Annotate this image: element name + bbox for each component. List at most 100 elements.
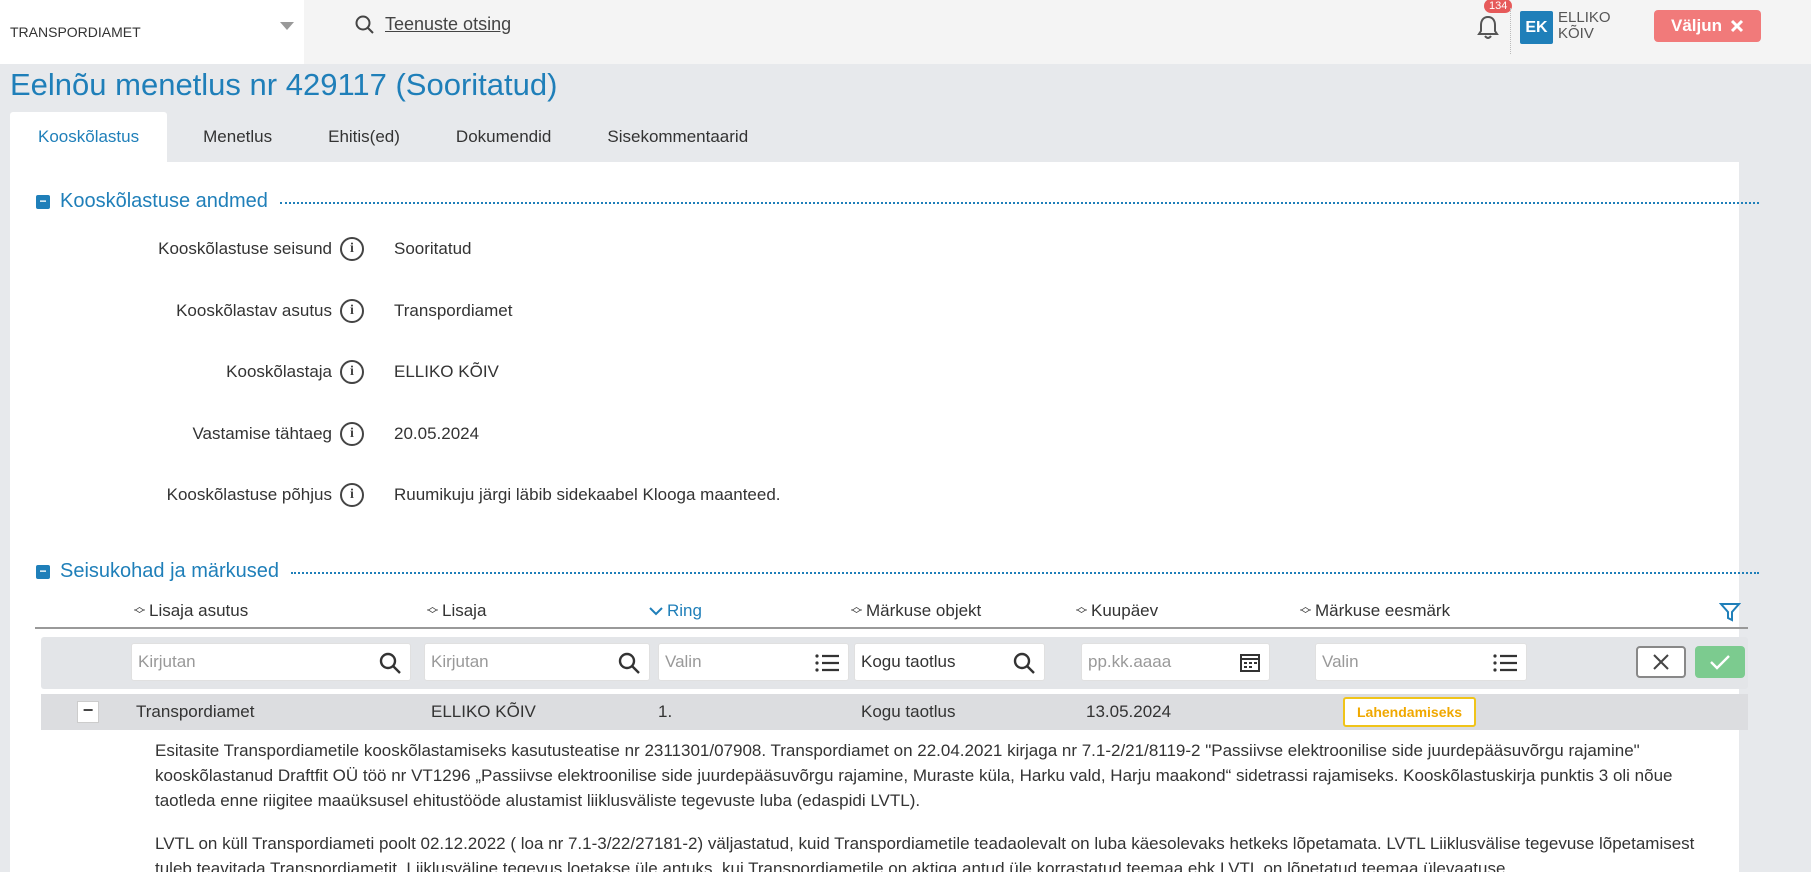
field-label: Kooskõlastuse põhjus (166, 485, 332, 504)
column-header-lisaja[interactable]: ︿ ﹀ Lisaja (427, 601, 486, 621)
close-icon (1653, 654, 1669, 670)
field-value: Sooritatud (394, 239, 472, 258)
filter-eesmark-select[interactable]: Valin (1315, 643, 1527, 681)
avatar[interactable]: EK (1520, 11, 1553, 44)
column-header-ring[interactable]: Ring (649, 601, 702, 621)
filter-ring-select[interactable]: Valin (658, 643, 849, 681)
chevron-down-icon (649, 607, 663, 616)
filter-icon[interactable] (1719, 601, 1741, 623)
section-divider (291, 571, 1759, 574)
section-header-seisukohad: − Seisukohad ja märkused (36, 560, 1759, 583)
status-badge: Lahendamiseks (1343, 697, 1477, 727)
table-row[interactable]: − Transpordiamet ELLIKO KÕIV 1. Kogu tao… (41, 694, 1748, 730)
column-label: Ring (667, 601, 702, 620)
comment-paragraph: Esitasite Transpordiametile kooskõlastam… (155, 741, 1673, 810)
field-row: Kooskõlastuse seisund i Sooritatud (10, 234, 1210, 264)
field-row: Kooskõlastav asutus i Transpordiamet (10, 296, 1210, 326)
logout-label: Väljun (1670, 16, 1722, 35)
field-label: Vastamise tähtaeg (192, 424, 332, 443)
field-row: Kooskõlastuse põhjus i Ruumikuju järgi l… (10, 480, 1210, 510)
info-icon[interactable]: i (340, 360, 364, 384)
field-label: Kooskõlastuse seisund (158, 239, 332, 258)
service-search-label: Teenuste otsing (385, 14, 512, 34)
collapse-icon[interactable]: − (36, 194, 50, 209)
service-search-link[interactable]: Teenuste otsing (355, 14, 511, 35)
column-header-lisaja-asutus[interactable]: ︿ ﹀ Lisaja asutus (134, 601, 248, 621)
filter-objekt-input[interactable]: Kogu taotlus (854, 643, 1045, 681)
notification-count-badge: 134 (1484, 0, 1513, 13)
filter-lisaja-input[interactable]: Kirjutan (424, 643, 650, 681)
tab-menetlus[interactable]: Menetlus (167, 112, 300, 162)
field-row: Kooskõlastaja i ELLIKO KÕIV (10, 357, 1210, 387)
cell-markuse-objekt: Kogu taotlus (861, 702, 956, 721)
search-icon (379, 652, 401, 674)
collapse-icon[interactable]: − (36, 564, 50, 579)
close-icon (1730, 19, 1744, 33)
cell-ring: 1. (658, 702, 673, 721)
organization-select[interactable]: TRANSPORDIAMET (0, 0, 304, 64)
field-value: ELLIKO KÕIV (394, 362, 499, 381)
search-icon (618, 652, 640, 674)
content-panel: − Kooskõlastuse andmed Kooskõlastuse sei… (10, 162, 1759, 872)
field-value: Transpordiamet (394, 301, 513, 320)
tab-dokumendid[interactable]: Dokumendid (428, 112, 579, 162)
user-name-first: ELLIKO (1558, 9, 1611, 26)
search-icon (1013, 652, 1035, 674)
filter-kuupaev-input[interactable]: pp.kk.aaaa (1081, 643, 1270, 681)
column-label: Lisaja asutus (149, 601, 249, 620)
info-icon[interactable]: i (340, 483, 364, 507)
field-row: Vastamise tähtaeg i 20.05.2024 (10, 419, 1210, 449)
user-name[interactable]: ELLIKO KÕIV (1558, 10, 1618, 42)
field-label: Kooskõlastaja (226, 362, 332, 381)
sort-icon: ︿ ﹀ (134, 601, 145, 621)
divider (1510, 8, 1511, 54)
clear-filters-button[interactable] (1636, 646, 1686, 678)
comment-paragraph: LVTL on küll Transpordiameti poolt 02.12… (155, 834, 1695, 872)
logout-button[interactable]: Väljun (1654, 10, 1761, 42)
column-label: Märkuse eesmärk (1315, 601, 1451, 620)
tab-sisekommentaarid[interactable]: Sisekommentaarid (579, 112, 776, 162)
cell-lisaja: ELLIKO KÕIV (431, 702, 536, 721)
top-bar: TRANSPORDIAMET Teenuste otsing 134 EK EL… (0, 0, 1811, 64)
sort-icon: ︿ ﹀ (427, 601, 438, 621)
column-header-markuse-eesmark[interactable]: ︿ ﹀ Märkuse eesmärk (1300, 601, 1450, 621)
table-header: ︿ ﹀ Lisaja asutus ︿ ﹀ Lisaja Ring ︿ ﹀ Märku… (35, 595, 1748, 629)
list-icon (1493, 654, 1517, 672)
column-header-markuse-objekt[interactable]: ︿ ﹀ Märkuse objekt (851, 601, 981, 621)
search-icon (355, 15, 374, 34)
apply-filters-button[interactable] (1695, 646, 1745, 678)
tab-ehitised[interactable]: Ehitis(ed) (300, 112, 428, 162)
info-icon[interactable]: i (340, 299, 364, 323)
filter-lisaja-asutus-input[interactable]: Kirjutan (131, 643, 411, 681)
column-label: Lisaja (442, 601, 487, 620)
filter-row: Kirjutan Kirjutan Valin Kogu taotlus pp.… (41, 637, 1748, 689)
info-icon[interactable]: i (340, 237, 364, 261)
field-label: Kooskõlastav asutus (176, 301, 332, 320)
cell-kuupaev: 13.05.2024 (1086, 702, 1172, 721)
list-icon (815, 654, 839, 672)
section-title: Seisukohad ja märkused (60, 560, 280, 582)
sort-icon: ︿ ﹀ (1076, 601, 1087, 621)
check-icon (1710, 655, 1730, 670)
page-title: Eelnõu menetlus nr 429117 (Sooritatud) (10, 67, 558, 102)
section-divider (279, 201, 1759, 204)
info-icon[interactable]: i (340, 422, 364, 446)
field-value: Ruumikuju järgi läbib sidekaabel Klooga … (394, 485, 781, 504)
chevron-down-icon (280, 22, 294, 30)
bell-icon[interactable] (1476, 14, 1500, 40)
section-header-kooskolastuse-andmed: − Kooskõlastuse andmed (36, 190, 1759, 213)
sort-icon: ︿ ﹀ (1300, 601, 1311, 621)
column-label: Märkuse objekt (866, 601, 982, 620)
sort-icon: ︿ ﹀ (851, 601, 862, 621)
field-value: 20.05.2024 (394, 424, 480, 443)
collapse-row-icon[interactable]: − (77, 701, 99, 723)
calendar-icon (1240, 654, 1260, 672)
section-title: Kooskõlastuse andmed (60, 190, 268, 212)
tab-bar: Kooskõlastus Menetlus Ehitis(ed) Dokumen… (10, 112, 776, 162)
column-label: Kuupäev (1091, 601, 1159, 620)
tab-kooskolastus[interactable]: Kooskõlastus (10, 112, 168, 162)
column-header-kuupaev[interactable]: ︿ ﹀ Kuupäev (1076, 601, 1158, 621)
organization-select-value: TRANSPORDIAMET (10, 24, 141, 40)
user-name-last: KÕIV (1558, 25, 1594, 42)
cell-lisaja-asutus: Transpordiamet (136, 702, 255, 721)
